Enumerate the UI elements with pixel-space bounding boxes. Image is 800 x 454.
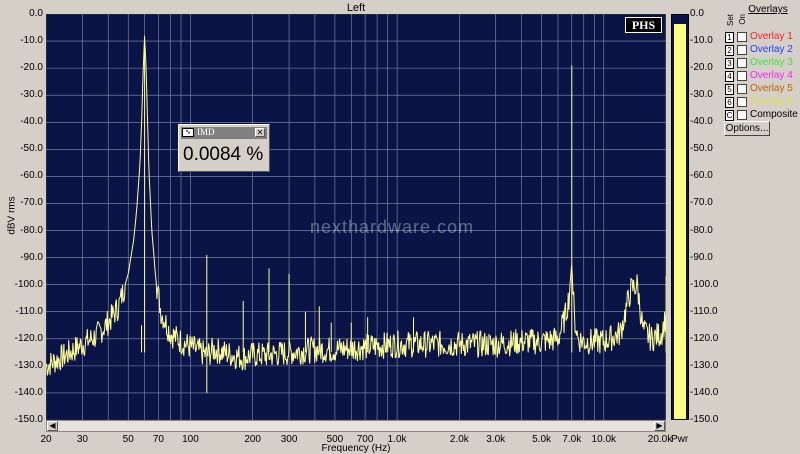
power-tick-label: -100.0 <box>690 278 719 290</box>
overlay-label: Overlay 2 <box>750 44 793 55</box>
scroll-left-icon[interactable]: ◀ <box>47 421 58 431</box>
power-tick-label: -120.0 <box>690 332 719 344</box>
y-tick-label: -110.0 <box>15 305 43 317</box>
y-tick-label: -90.0 <box>20 251 43 263</box>
options-button[interactable]: Options... <box>724 121 770 136</box>
y-tick-label: -130.0 <box>14 359 43 371</box>
y-axis-label: dBV rms <box>6 196 18 235</box>
window-title: Left <box>346 2 366 14</box>
y-tick-label: -20.0 <box>20 62 43 74</box>
watermark-text: nexthardware.com <box>310 217 475 237</box>
scroll-right-icon[interactable]: ▶ <box>654 421 665 431</box>
imd-titlebar[interactable]: ∿ IMD ✕ <box>181 127 267 139</box>
y-tick-label: -100.0 <box>14 278 43 290</box>
overlay-label: Overlay 1 <box>750 31 793 42</box>
overlay-set-button[interactable]: 1 <box>725 32 734 43</box>
y-tick-label: -140.0 <box>14 386 43 398</box>
overlays-set-header: Set <box>726 14 735 27</box>
overlay-label: Overlay 6 <box>750 96 793 107</box>
phs-badge: PHS <box>625 17 662 33</box>
imd-window[interactable]: ∿ IMD ✕ 0.0084 % <box>178 124 270 172</box>
overlay-label: Overlay 4 <box>750 70 793 81</box>
y-tick-label: -30.0 <box>20 89 43 101</box>
overlays-on-header: On <box>738 14 747 25</box>
overlay-set-button[interactable]: C <box>725 110 734 121</box>
overlay-on-checkbox[interactable] <box>737 71 747 81</box>
imd-value: 0.0084 % <box>183 144 264 165</box>
y-tick-label: -150.0 <box>14 414 43 425</box>
imd-title: IMD <box>197 127 215 137</box>
overlay-on-checkbox[interactable] <box>737 58 747 68</box>
overlay-on-checkbox[interactable] <box>737 32 747 42</box>
power-meter <box>671 14 689 420</box>
overlay-label: Overlay 5 <box>750 83 793 94</box>
power-tick-label: -90.0 <box>690 251 713 263</box>
y-tick-label: -10.0 <box>20 35 43 47</box>
x-axis-label: Frequency (Hz) <box>321 443 391 454</box>
power-tick-label: -50.0 <box>690 143 713 155</box>
power-tick-label: -70.0 <box>690 197 713 209</box>
overlay-set-button[interactable]: 2 <box>725 45 734 56</box>
power-tick-label: -60.0 <box>690 170 713 182</box>
y-tick-label: -120.0 <box>14 332 43 344</box>
overlay-on-checkbox[interactable] <box>737 45 747 55</box>
power-tick-label: -110.0 <box>690 305 718 317</box>
overlay-on-checkbox[interactable] <box>737 84 747 94</box>
power-tick-label: -130.0 <box>690 359 719 371</box>
overlay-set-button[interactable]: 3 <box>725 58 734 69</box>
overlay-label: Composite <box>750 109 798 120</box>
power-tick-label: -80.0 <box>690 224 713 236</box>
spectrum-trace <box>46 37 666 376</box>
overlay-set-button[interactable]: 5 <box>725 84 734 95</box>
overlay-set-button[interactable]: 4 <box>725 71 734 82</box>
power-meter-label: Pwr <box>671 434 689 445</box>
y-tick-label: -50.0 <box>20 143 43 155</box>
horizontal-scrollbar[interactable]: ◀ ▶ <box>46 420 666 432</box>
power-tick-label: -150.0 <box>690 414 719 425</box>
overlay-set-button[interactable]: 6 <box>725 97 734 108</box>
meter-icon: ∿ <box>182 128 194 137</box>
y-tick-label: -60.0 <box>20 170 43 182</box>
close-icon[interactable]: ✕ <box>255 128 265 137</box>
y-tick-label: -40.0 <box>20 116 43 128</box>
overlay-label: Overlay 3 <box>750 57 793 68</box>
y-tick-label: 0.0 <box>29 8 43 19</box>
power-tick-label: -140.0 <box>690 386 719 398</box>
overlay-on-checkbox[interactable] <box>737 97 747 107</box>
overlay-on-checkbox[interactable] <box>737 110 747 120</box>
power-meter-fill <box>674 24 686 419</box>
